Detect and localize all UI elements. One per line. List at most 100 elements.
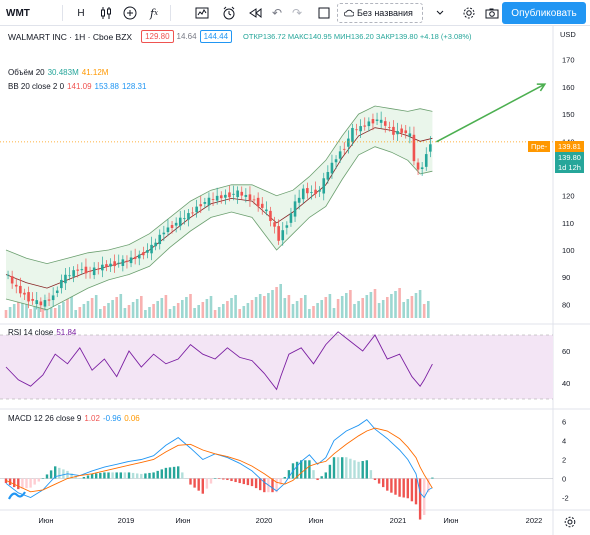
macd-histogram-bar xyxy=(209,478,213,484)
chevron-down-icon[interactable] xyxy=(432,3,448,23)
volume-label: Объём 20 xyxy=(8,68,45,77)
symbol-search[interactable]: WMT xyxy=(6,3,36,23)
volume-bar xyxy=(197,305,200,318)
candle-body xyxy=(256,197,260,207)
publish-button[interactable]: Опубликовать xyxy=(502,2,586,24)
rsi-label: RSI 14 close xyxy=(8,328,54,337)
macd-histogram-bar xyxy=(49,470,53,479)
volume-bar xyxy=(140,296,143,318)
fx-icon[interactable]: fx xyxy=(145,3,163,23)
macd-tick-label: 2 xyxy=(562,456,566,465)
volume-bar xyxy=(328,294,332,318)
volume-bar xyxy=(17,301,20,318)
macd-histogram-bar xyxy=(201,478,204,494)
macd-histogram-bar xyxy=(172,466,176,479)
volume-bar xyxy=(148,307,151,318)
undo-icon[interactable]: ↶ xyxy=(269,3,285,23)
layout-name[interactable]: Без названия xyxy=(337,3,423,23)
macd-histogram-bar xyxy=(345,457,348,479)
macd-histogram-bar xyxy=(431,477,434,479)
macd-histogram-bar xyxy=(107,472,110,479)
volume-bar xyxy=(295,301,299,318)
macd-histogram-bar xyxy=(189,478,192,485)
plus-circle-icon[interactable] xyxy=(121,3,139,23)
bid-box[interactable]: 129.80 xyxy=(141,30,174,43)
gear-icon[interactable] xyxy=(563,515,577,529)
candle-body xyxy=(117,262,121,264)
fullscreen-icon[interactable] xyxy=(316,3,332,23)
macd-histogram-bar xyxy=(316,478,319,481)
time-axis-label: Июн xyxy=(175,516,190,525)
candle-body xyxy=(158,234,162,245)
candle-style-icon[interactable] xyxy=(97,3,115,23)
volume-bar xyxy=(320,300,323,318)
candle-body xyxy=(6,274,10,276)
volume-bar xyxy=(70,296,73,318)
candle-body xyxy=(301,188,305,200)
volume-bar xyxy=(33,306,36,318)
layout-name-label: Без названия xyxy=(357,8,413,18)
volume-bar xyxy=(246,303,250,318)
trend-arrow[interactable] xyxy=(436,83,546,143)
macd-histogram-bar xyxy=(140,473,143,479)
alarm-clock-icon[interactable] xyxy=(220,3,238,23)
volume-bar xyxy=(357,301,360,318)
templates-icon[interactable] xyxy=(193,3,211,23)
candle-body xyxy=(359,126,362,132)
time-axis-label: 2020 xyxy=(256,516,273,525)
candle-body xyxy=(101,264,104,271)
macd-label: MACD 12 26 close 9 xyxy=(8,414,82,423)
candle-body xyxy=(80,269,84,271)
candle-body xyxy=(72,270,75,277)
candle-body xyxy=(92,267,96,276)
volume-bar xyxy=(340,296,344,318)
macd-histogram-bar xyxy=(119,472,122,479)
macd-histogram-bar xyxy=(410,478,414,502)
spread-value: 14.64 xyxy=(176,32,197,41)
camera-icon[interactable] xyxy=(483,3,501,23)
replay-icon[interactable] xyxy=(246,3,264,23)
macd-histogram-bar xyxy=(398,478,401,497)
volume-bar xyxy=(152,304,155,318)
pre-market-price: 139.81 xyxy=(555,141,584,152)
volume-bar xyxy=(107,303,110,318)
volume-bar xyxy=(381,300,385,318)
candle-body xyxy=(215,195,219,201)
volume-bar xyxy=(267,293,270,318)
price-tick-label: 90 xyxy=(562,273,570,282)
macd-histogram-bar xyxy=(222,478,225,480)
redo-icon[interactable]: ↷ xyxy=(289,3,305,23)
macd-tick-label: 6 xyxy=(562,418,566,427)
rsi-legend: RSI 14 close 51.84 xyxy=(8,328,76,337)
instrument-title: WALMART INC · 1H · Cboe BZX xyxy=(8,31,133,42)
macd-histogram-bar xyxy=(33,478,36,485)
candle-body xyxy=(379,119,383,123)
macd-histogram-bar xyxy=(185,478,188,479)
price-tick-label: 80 xyxy=(562,300,570,309)
macd-histogram-bar xyxy=(86,475,90,479)
candle-body xyxy=(424,154,428,167)
candle-body xyxy=(219,195,223,199)
volume-bar xyxy=(209,296,213,318)
candle-body xyxy=(347,138,350,147)
volume-bar xyxy=(213,310,217,318)
macd-histogram-bar xyxy=(25,478,28,489)
gear-icon[interactable] xyxy=(460,3,478,23)
volume-bar xyxy=(99,309,102,318)
candle-body xyxy=(236,190,239,198)
candle-body xyxy=(14,284,18,287)
candle-body xyxy=(306,188,309,194)
candle-body xyxy=(137,254,141,259)
ask-box[interactable]: 144.44 xyxy=(199,30,233,43)
ohlc-values: ОТКР136.72 МАКС140.95 МИН136.20 ЗАКР139.… xyxy=(243,32,472,41)
volume-bar xyxy=(410,296,414,318)
interval-button[interactable]: H xyxy=(74,3,88,23)
volume-bar xyxy=(217,307,221,318)
macd-tick-label: 4 xyxy=(562,437,566,446)
chart-canvas[interactable]: 170160150140130120110100908060406420-2Ию… xyxy=(0,26,590,535)
price-tick-label: 100 xyxy=(562,246,575,255)
volume-bar xyxy=(127,305,131,318)
bb-label: BB 20 close 2 0 xyxy=(8,82,65,91)
tradingview-logo[interactable] xyxy=(8,489,26,501)
volume-bar xyxy=(324,297,328,318)
